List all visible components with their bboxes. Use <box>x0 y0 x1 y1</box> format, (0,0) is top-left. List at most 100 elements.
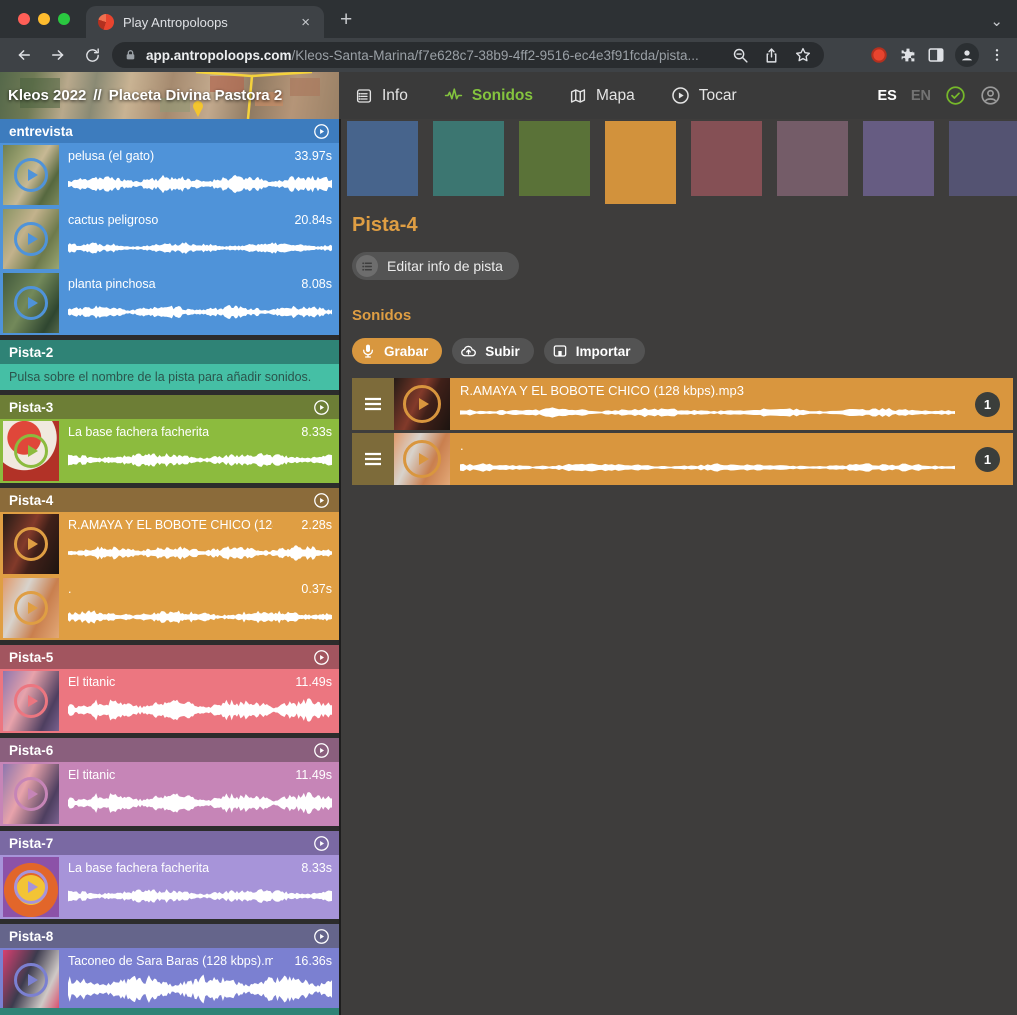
sound-name[interactable]: La base fachera facherita <box>68 861 209 875</box>
share-icon[interactable] <box>763 47 780 64</box>
sound-name[interactable]: pelusa (el gato) <box>68 149 154 163</box>
sound-row[interactable]: El titanic11.49s <box>0 762 339 826</box>
drag-handle[interactable] <box>352 433 394 485</box>
waveform[interactable] <box>68 296 332 328</box>
sound-name[interactable]: Taconeo de Sara Baras (128 kbps).mp3 <box>68 954 273 968</box>
account-icon[interactable] <box>980 85 1001 106</box>
sound-name[interactable]: El titanic <box>68 768 115 782</box>
new-tab-button[interactable]: + <box>324 8 352 38</box>
sound-thumbnail[interactable] <box>3 578 59 638</box>
play-icon[interactable] <box>14 963 48 997</box>
play-icon[interactable] <box>14 286 48 320</box>
track-tab-8[interactable] <box>949 121 1017 196</box>
track-tab-5[interactable] <box>691 121 762 196</box>
track-header-pista-2[interactable]: Pista-2 <box>0 340 339 364</box>
waveform[interactable] <box>68 973 332 1005</box>
waveform[interactable] <box>460 403 955 422</box>
window-minimize-button[interactable] <box>38 13 50 25</box>
track-header-pista-7[interactable]: Pista-7 <box>0 831 339 855</box>
sound-thumbnail[interactable] <box>394 433 450 485</box>
upload-button[interactable]: Subir <box>452 338 534 364</box>
sound-row[interactable]: planta pinchosa8.08s <box>0 271 339 335</box>
track-play-icon[interactable] <box>313 928 330 945</box>
waveform[interactable] <box>68 168 332 200</box>
track-header-pista-5[interactable]: Pista-5 <box>0 645 339 669</box>
window-close-button[interactable] <box>18 13 30 25</box>
sound-name[interactable]: . <box>460 438 464 453</box>
address-bar[interactable]: app.antropoloops.com/Kleos-Santa-Marina/… <box>112 42 824 68</box>
import-button[interactable]: Importar <box>544 338 645 364</box>
waveform[interactable] <box>68 601 332 633</box>
track-tab-7[interactable] <box>863 121 934 196</box>
play-icon[interactable] <box>14 777 48 811</box>
waveform[interactable] <box>68 694 332 726</box>
breadcrumb-piece[interactable]: Placeta Divina Pastora 2 <box>109 87 282 104</box>
record-extension-icon[interactable] <box>869 45 889 65</box>
map-breadcrumb[interactable]: Kleos 2022 // Placeta Divina Pastora 2 <box>0 72 339 119</box>
sound-name[interactable]: La base fachera facherita <box>68 425 209 439</box>
track-play-icon[interactable] <box>313 123 330 140</box>
sound-row[interactable]: La base fachera facherita8.33s <box>0 855 339 919</box>
nav-tab-tocar[interactable]: Tocar <box>671 86 737 105</box>
back-button[interactable] <box>10 41 38 69</box>
track-tab-1[interactable] <box>347 121 418 196</box>
sound-row[interactable]: El titanic11.49s <box>0 669 339 733</box>
window-zoom-button[interactable] <box>58 13 70 25</box>
waveform[interactable] <box>68 537 332 569</box>
bookmark-star-icon[interactable] <box>794 46 812 64</box>
sound-thumbnail[interactable] <box>3 671 59 731</box>
sound-name[interactable]: R.AMAYA Y EL BOBOTE CHICO (128 kbps).mp3 <box>460 383 744 398</box>
track-tab-2[interactable] <box>433 121 504 196</box>
sound-row[interactable]: La base fachera facherita8.33s <box>0 419 339 483</box>
nav-tab-info[interactable]: Info <box>355 87 408 105</box>
track-tab-3[interactable] <box>519 121 590 196</box>
sound-row[interactable]: .0.37s <box>0 576 339 640</box>
waveform[interactable] <box>68 787 332 819</box>
sound-thumbnail[interactable] <box>3 764 59 824</box>
track-play-icon[interactable] <box>313 742 330 759</box>
sound-list-row[interactable]: R.AMAYA Y EL BOBOTE CHICO (128 kbps).mp3… <box>352 378 1013 430</box>
sound-thumbnail[interactable] <box>3 209 59 269</box>
track-tab-6[interactable] <box>777 121 848 196</box>
play-icon[interactable] <box>14 527 48 561</box>
play-icon[interactable] <box>14 684 48 718</box>
play-icon[interactable] <box>403 440 441 478</box>
sound-thumbnail[interactable] <box>3 514 59 574</box>
sound-name[interactable]: . <box>68 582 71 596</box>
breadcrumb-project[interactable]: Kleos 2022 <box>8 87 86 104</box>
extensions-puzzle-icon[interactable] <box>899 46 917 64</box>
waveform[interactable] <box>460 458 955 477</box>
sound-thumbnail[interactable] <box>3 857 59 917</box>
play-icon[interactable] <box>14 870 48 904</box>
sound-row[interactable]: Taconeo de Sara Baras (128 kbps).mp316.3… <box>0 948 339 1012</box>
sound-name[interactable]: R.AMAYA Y EL BOBOTE CHICO (128 kbps).... <box>68 518 273 532</box>
play-icon[interactable] <box>14 591 48 625</box>
sound-row[interactable]: cactus peligroso20.84s <box>0 207 339 271</box>
waveform[interactable] <box>68 880 332 912</box>
sound-thumbnail[interactable] <box>3 950 59 1010</box>
track-header-pista-3[interactable]: Pista-3 <box>0 395 339 419</box>
play-icon[interactable] <box>14 434 48 468</box>
record-button[interactable]: Grabar <box>352 338 442 364</box>
sound-row[interactable]: R.AMAYA Y EL BOBOTE CHICO (128 kbps)....… <box>0 512 339 576</box>
track-play-icon[interactable] <box>313 835 330 852</box>
track-header-pista-6[interactable]: Pista-6 <box>0 738 339 762</box>
track-header-entrevista[interactable]: entrevista <box>0 119 339 143</box>
track-play-icon[interactable] <box>313 492 330 509</box>
sound-thumbnail[interactable] <box>394 378 450 430</box>
sound-list-row[interactable]: . 1 <box>352 433 1013 485</box>
browser-profile-avatar[interactable] <box>955 43 979 67</box>
play-icon[interactable] <box>14 158 48 192</box>
browser-menu-kebab-icon[interactable] <box>989 47 1005 63</box>
track-header-pista-4[interactable]: Pista-4 <box>0 488 339 512</box>
language-es-button[interactable]: ES <box>878 88 897 104</box>
tab-search-chevron-icon[interactable]: ⌄ <box>990 12 1003 30</box>
zoom-out-icon[interactable] <box>732 47 749 64</box>
language-en-button[interactable]: EN <box>911 88 931 104</box>
edit-track-info-button[interactable]: Editar info de pista <box>352 252 519 280</box>
forward-button[interactable] <box>44 41 72 69</box>
waveform[interactable] <box>68 444 332 476</box>
sound-name[interactable]: planta pinchosa <box>68 277 156 291</box>
sound-name[interactable]: cactus peligroso <box>68 213 158 227</box>
sound-row[interactable]: pelusa (el gato)33.97s <box>0 143 339 207</box>
